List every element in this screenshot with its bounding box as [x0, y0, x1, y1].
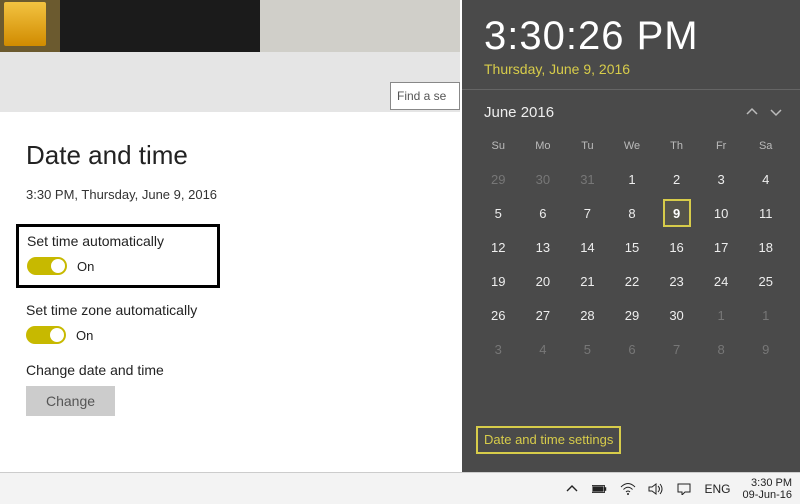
calendar-day[interactable]: 29	[610, 298, 655, 332]
calendar-header: June 2016	[462, 89, 800, 134]
calendar-day[interactable]: 1	[610, 162, 655, 196]
action-center-icon[interactable]	[676, 481, 692, 497]
calendar-day[interactable]: 20	[521, 264, 566, 298]
calendar-prev-button[interactable]	[740, 100, 764, 124]
chevron-down-icon	[769, 105, 783, 119]
settings-search-input[interactable]: Find a se	[390, 82, 460, 110]
tray-clock-date: 09-Jun-16	[742, 489, 792, 501]
calendar-day[interactable]: 29	[476, 162, 521, 196]
calendar-month-label[interactable]: June 2016	[484, 104, 740, 121]
calendar-day[interactable]: 4	[743, 162, 788, 196]
search-placeholder: Find a se	[397, 89, 446, 103]
tray-overflow-button[interactable]	[564, 481, 580, 497]
settings-header: Find a se	[0, 0, 460, 112]
set-time-auto-state: On	[77, 259, 94, 274]
set-tz-auto-toggle[interactable]	[26, 326, 66, 344]
calendar-dow: Mo	[521, 134, 566, 162]
calendar-dow: Th	[654, 134, 699, 162]
settings-body: Date and time 3:30 PM, Thursday, June 9,…	[0, 112, 462, 482]
calendar-day[interactable]: 8	[699, 332, 744, 366]
calendar-day[interactable]: 24	[699, 264, 744, 298]
calendar-day[interactable]: 25	[743, 264, 788, 298]
calendar-day[interactable]: 28	[565, 298, 610, 332]
tray-language[interactable]: ENG	[704, 482, 730, 496]
battery-icon[interactable]	[592, 481, 608, 497]
clock-time: 3:30:26 PM	[462, 0, 800, 61]
calendar-day[interactable]: 27	[521, 298, 566, 332]
calendar-day[interactable]: 12	[476, 230, 521, 264]
current-datetime-text: 3:30 PM, Thursday, June 9, 2016	[26, 187, 436, 202]
calendar-day[interactable]: 8	[610, 196, 655, 230]
calendar-dow: Sa	[743, 134, 788, 162]
set-time-auto-label: Set time automatically	[27, 233, 209, 249]
calendar-dow: Fr	[699, 134, 744, 162]
set-tz-auto-label: Set time zone automatically	[26, 302, 436, 318]
calendar-day[interactable]: 23	[654, 264, 699, 298]
calendar-grid: SuMoTuWeThFrSa29303112345678910111213141…	[462, 134, 800, 366]
calendar-day[interactable]: 7	[654, 332, 699, 366]
calendar-day[interactable]: 31	[565, 162, 610, 196]
chevron-up-icon	[745, 105, 759, 119]
wifi-icon[interactable]	[620, 481, 636, 497]
calendar-day[interactable]: 7	[565, 196, 610, 230]
calendar-day[interactable]: 16	[654, 230, 699, 264]
calendar-day[interactable]: 3	[699, 162, 744, 196]
calendar-day[interactable]: 13	[521, 230, 566, 264]
calendar-day[interactable]: 3	[476, 332, 521, 366]
volume-icon[interactable]	[648, 481, 664, 497]
calendar-dow: Tu	[565, 134, 610, 162]
calendar-day[interactable]: 26	[476, 298, 521, 332]
calendar-day[interactable]: 30	[521, 162, 566, 196]
calendar-day[interactable]: 1	[699, 298, 744, 332]
calendar-day[interactable]: 14	[565, 230, 610, 264]
calendar-day[interactable]: 5	[476, 196, 521, 230]
calendar-day[interactable]: 11	[743, 196, 788, 230]
clock-calendar-flyout: 3:30:26 PM Thursday, June 9, 2016 June 2…	[462, 0, 800, 472]
calendar-day[interactable]: 6	[521, 196, 566, 230]
chevron-up-icon	[566, 483, 578, 495]
calendar-day[interactable]: 15	[610, 230, 655, 264]
calendar-dow: Su	[476, 134, 521, 162]
calendar-next-button[interactable]	[764, 100, 788, 124]
taskbar: ENG 3:30 PM 09-Jun-16	[0, 472, 800, 504]
date-time-settings-link[interactable]: Date and time settings	[484, 432, 613, 447]
calendar-day[interactable]: 17	[699, 230, 744, 264]
calendar-dow: We	[610, 134, 655, 162]
set-tz-auto-state: On	[76, 328, 93, 343]
calendar-day[interactable]: 4	[521, 332, 566, 366]
calendar-day[interactable]: 6	[610, 332, 655, 366]
account-photo	[0, 0, 460, 52]
page-title: Date and time	[26, 140, 436, 171]
calendar-day-today[interactable]: 9	[654, 196, 699, 230]
highlight-set-time-auto: Set time automatically On	[16, 224, 220, 288]
calendar-day[interactable]: 18	[743, 230, 788, 264]
calendar-day[interactable]: 5	[565, 332, 610, 366]
calendar-day[interactable]: 19	[476, 264, 521, 298]
calendar-day[interactable]: 1	[743, 298, 788, 332]
highlight-settings-link: Date and time settings	[476, 426, 621, 454]
calendar-day[interactable]: 10	[699, 196, 744, 230]
change-button[interactable]: Change	[26, 386, 115, 416]
calendar-day[interactable]: 21	[565, 264, 610, 298]
calendar-day[interactable]: 30	[654, 298, 699, 332]
change-dt-label: Change date and time	[26, 362, 436, 378]
tray-clock[interactable]: 3:30 PM 09-Jun-16	[742, 477, 792, 501]
tray-clock-time: 3:30 PM	[742, 477, 792, 489]
system-tray: ENG 3:30 PM 09-Jun-16	[564, 473, 800, 504]
set-time-auto-toggle[interactable]	[27, 257, 67, 275]
calendar-day[interactable]: 9	[743, 332, 788, 366]
calendar-day[interactable]: 2	[654, 162, 699, 196]
clock-date: Thursday, June 9, 2016	[462, 61, 800, 89]
calendar-day[interactable]: 22	[610, 264, 655, 298]
